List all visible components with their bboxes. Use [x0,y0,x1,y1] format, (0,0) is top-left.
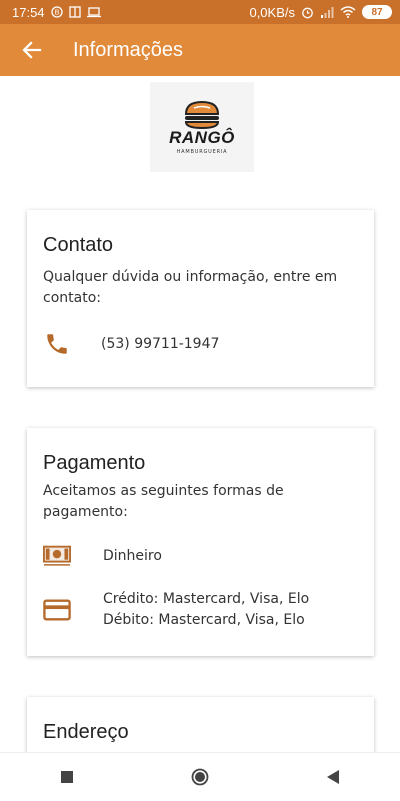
burger-icon [184,100,220,129]
cash-label: Dinheiro [103,547,162,564]
b-notification-icon: B [50,6,63,18]
wifi-icon [340,6,356,18]
arrow-back-icon [22,41,42,59]
payment-card-row: Crédito: Mastercard, Visa, Elo Débito: M… [43,589,358,631]
app-bar: Informações [0,24,400,76]
status-left: 17:54 B [12,5,101,20]
back-nav-button[interactable] [313,757,353,797]
status-right: 0,0KB/s 87 [249,5,392,20]
contact-card: Contato Qualquer dúvida ou informação, e… [27,210,374,387]
logo-wordmark: RANGÔ [169,127,235,147]
contact-title: Contato [43,234,114,256]
payment-card: Pagamento Aceitamos as seguintes formas … [27,428,374,656]
alarm-icon [301,6,314,19]
system-nav-bar [0,752,400,801]
status-bar: 17:54 B 0,0KB/s 87 [0,0,400,24]
restaurant-logo: RANGÔ HAMBURGUERIA [150,82,254,172]
credit-card-icon [43,598,71,622]
book-notification-icon [68,6,81,18]
cash-icon [43,545,71,567]
svg-text:B: B [54,9,59,17]
phone-number[interactable]: (53) 99711-1947 [101,334,219,355]
laptop-notification-icon [86,6,101,18]
contact-description: Qualquer dúvida ou informação, entre em … [43,269,338,306]
payment-cash-row: Dinheiro [43,545,358,567]
recents-button[interactable] [47,757,87,797]
payment-title: Pagamento [43,452,146,474]
phone-icon [43,331,71,357]
credit-label: Crédito: Mastercard, Visa, Elo [103,591,310,607]
network-speed: 0,0KB/s [249,4,295,20]
battery-indicator: 87 [362,5,392,19]
square-icon [60,771,73,783]
triangle-back-icon [327,770,340,784]
phone-row[interactable]: (53) 99711-1947 [43,331,358,357]
back-button[interactable] [0,24,64,76]
circle-icon [191,768,209,786]
home-button[interactable] [180,757,220,797]
debit-label: Débito: Mastercard, Visa, Elo [103,612,305,628]
signal-icon [320,6,334,18]
logo-subtitle: HAMBURGUERIA [176,148,228,155]
address-title: Endereço [43,721,129,743]
page-title: Informações [73,38,184,61]
status-time: 17:54 [12,4,45,20]
payment-description: Aceitamos as seguintes formas de pagamen… [43,483,284,520]
card-brands: Crédito: Mastercard, Visa, Elo Débito: M… [103,589,309,631]
